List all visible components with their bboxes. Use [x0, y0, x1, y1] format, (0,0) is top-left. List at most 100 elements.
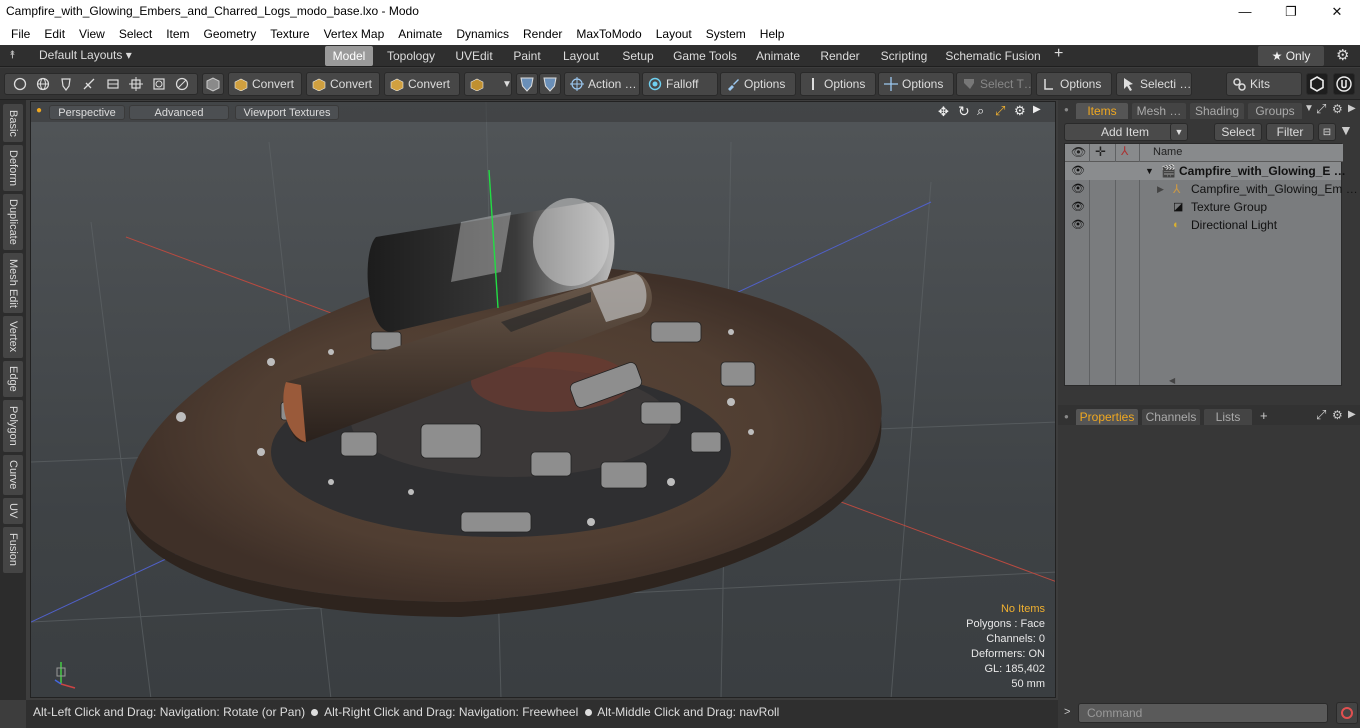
menu-layout[interactable]: Layout [649, 23, 699, 45]
tab-model[interactable]: Model [325, 46, 373, 66]
viewport-menu-dot[interactable]: ● [36, 105, 42, 116]
tab-channels[interactable]: Channels [1142, 409, 1200, 425]
viewport-textures-dropdown[interactable]: Viewport Textures [235, 105, 339, 120]
add-tab-icon[interactable]: + [1260, 408, 1268, 423]
tab-edge[interactable]: Edge [3, 361, 23, 397]
selection-sets-button[interactable]: Selecti … [1116, 72, 1192, 96]
tab-mesh-edit[interactable]: Mesh Edit [3, 253, 23, 313]
tab-vertex[interactable]: Vertex [3, 316, 23, 358]
collapse-list-icon[interactable]: ⊟ [1318, 123, 1336, 141]
eye-icon[interactable]: 👁 [1071, 180, 1085, 198]
expand-panel-icon[interactable]: ⤢ [1316, 101, 1326, 117]
tab-game-tools[interactable]: Game Tools [669, 46, 741, 66]
expand-panel-icon[interactable]: ⤢ [1316, 407, 1326, 423]
tab-uvedit[interactable]: UVEdit [449, 46, 499, 66]
gear-icon[interactable]: ⚙ [1332, 102, 1343, 116]
item-mode-icon[interactable] [128, 77, 143, 91]
add-layout-icon[interactable]: + [1054, 45, 1063, 63]
menu-dynamics[interactable]: Dynamics [449, 23, 516, 45]
eye-icon[interactable]: 👁 [1071, 162, 1085, 180]
polygon-mode-icon[interactable] [106, 77, 120, 91]
only-toggle[interactable]: ★ Only [1258, 46, 1324, 66]
chevron-right-icon[interactable]: ▶ [1348, 409, 1356, 420]
symmetry-button[interactable] [516, 73, 538, 95]
list-item[interactable]: 👁 ◐ Directional Light [1065, 216, 1341, 234]
options-button-1[interactable]: Options [720, 72, 796, 96]
eye-icon[interactable]: 👁 [1071, 198, 1085, 216]
unreal-button[interactable] [1333, 73, 1355, 95]
command-input[interactable]: Command [1078, 703, 1328, 723]
expand-arrow-icon[interactable]: ▼ [1145, 162, 1154, 180]
select-button[interactable]: Select [1214, 123, 1262, 141]
tab-shading[interactable]: Shading [1190, 103, 1244, 119]
menu-maxtomodo[interactable]: MaxToModo [569, 23, 648, 45]
kits-button[interactable]: Kits [1226, 72, 1302, 96]
maximize-viewport-icon[interactable]: ⤢ [995, 103, 1005, 119]
chevron-right-icon[interactable]: ▶ [1033, 104, 1041, 115]
filter-button[interactable]: Filter [1266, 123, 1314, 141]
viewport-scene[interactable] [31, 102, 1056, 698]
tab-layout[interactable]: Layout [555, 46, 607, 66]
menu-view[interactable]: View [72, 23, 112, 45]
mesh-cube-button[interactable] [202, 73, 224, 95]
options-button-2[interactable]: Options [800, 72, 876, 96]
chevron-down-icon[interactable]: ▼ [1304, 103, 1314, 114]
falloff-button[interactable]: Falloff [642, 72, 718, 96]
menu-select[interactable]: Select [112, 23, 159, 45]
menu-edit[interactable]: Edit [37, 23, 72, 45]
close-button[interactable]: ✕ [1314, 0, 1360, 23]
tab-schematic-fusion[interactable]: Schematic Fusion [943, 46, 1043, 66]
menu-animate[interactable]: Animate [391, 23, 449, 45]
select-through-button[interactable]: Select T… [956, 72, 1032, 96]
convert-button-3[interactable]: Convert [384, 72, 460, 96]
advanced-dropdown[interactable]: Advanced [129, 105, 229, 120]
globe-icon[interactable] [36, 77, 50, 91]
record-macro-button[interactable] [1336, 702, 1358, 724]
pan-icon[interactable]: ✥ [938, 104, 949, 120]
tab-items[interactable]: Items [1076, 103, 1128, 119]
scroll-indicator-icon[interactable]: ◀ [1169, 376, 1175, 385]
options-button-4[interactable]: Options [1036, 72, 1112, 96]
gear-icon[interactable]: ⚙ [1014, 103, 1026, 119]
tab-uv[interactable]: UV [3, 498, 23, 524]
action-center-button[interactable]: Action … [564, 72, 640, 96]
tab-properties[interactable]: Properties [1076, 409, 1138, 425]
tab-render[interactable]: Render [815, 46, 865, 66]
add-item-dropdown[interactable]: ▼ [1170, 123, 1188, 141]
menu-system[interactable]: System [699, 23, 753, 45]
list-item[interactable]: 👁 ▼ 🎬 Campfire_with_Glowing_E … [1065, 162, 1346, 180]
add-item-button[interactable]: Add Item [1064, 123, 1186, 141]
gear-icon[interactable]: ⚙ [1336, 46, 1349, 64]
menu-texture[interactable]: Texture [263, 23, 316, 45]
snapping-button[interactable] [539, 73, 561, 95]
collapse-arrow-icon[interactable]: ▶ [1157, 180, 1164, 198]
menu-vertex-map[interactable]: Vertex Map [317, 23, 392, 45]
maximize-button[interactable]: ❐ [1268, 0, 1314, 23]
tab-animate[interactable]: Animate [749, 46, 807, 66]
options-button-3[interactable]: Options [878, 72, 954, 96]
menu-file[interactable]: File [4, 23, 37, 45]
tab-duplicate[interactable]: Duplicate [3, 194, 23, 250]
tab-basic[interactable]: Basic [3, 104, 23, 142]
tab-fusion[interactable]: Fusion [3, 527, 23, 573]
shield-icon[interactable] [59, 77, 73, 91]
eye-icon[interactable]: 👁 [1071, 216, 1085, 234]
panel-menu-dot[interactable]: ● [1064, 105, 1069, 114]
tab-mesh[interactable]: Mesh … [1132, 103, 1186, 119]
default-layouts-dropdown[interactable]: Default Layouts ▾ [39, 48, 132, 62]
work-plane-dropdown[interactable]: ▼ [464, 72, 512, 96]
collapse-icon[interactable]: ⯭ [9, 49, 16, 62]
edge-mode-icon[interactable] [82, 77, 96, 91]
unity-button[interactable] [1306, 73, 1328, 95]
convert-button-2[interactable]: Convert [306, 72, 380, 96]
tab-polygon[interactable]: Polygon [3, 400, 23, 452]
convert-button-1[interactable]: Convert [228, 72, 302, 96]
list-item[interactable]: 👁 ◪ Texture Group [1065, 198, 1341, 216]
tab-setup[interactable]: Setup [615, 46, 661, 66]
tab-topology[interactable]: Topology [381, 46, 441, 66]
menu-item[interactable]: Item [159, 23, 196, 45]
3d-viewport[interactable]: ● Perspective Advanced Viewport Textures… [30, 101, 1056, 698]
vertex-mode-icon[interactable] [13, 77, 27, 91]
gear-icon[interactable]: ⚙ [1332, 408, 1343, 422]
tab-groups[interactable]: Groups [1248, 103, 1302, 119]
